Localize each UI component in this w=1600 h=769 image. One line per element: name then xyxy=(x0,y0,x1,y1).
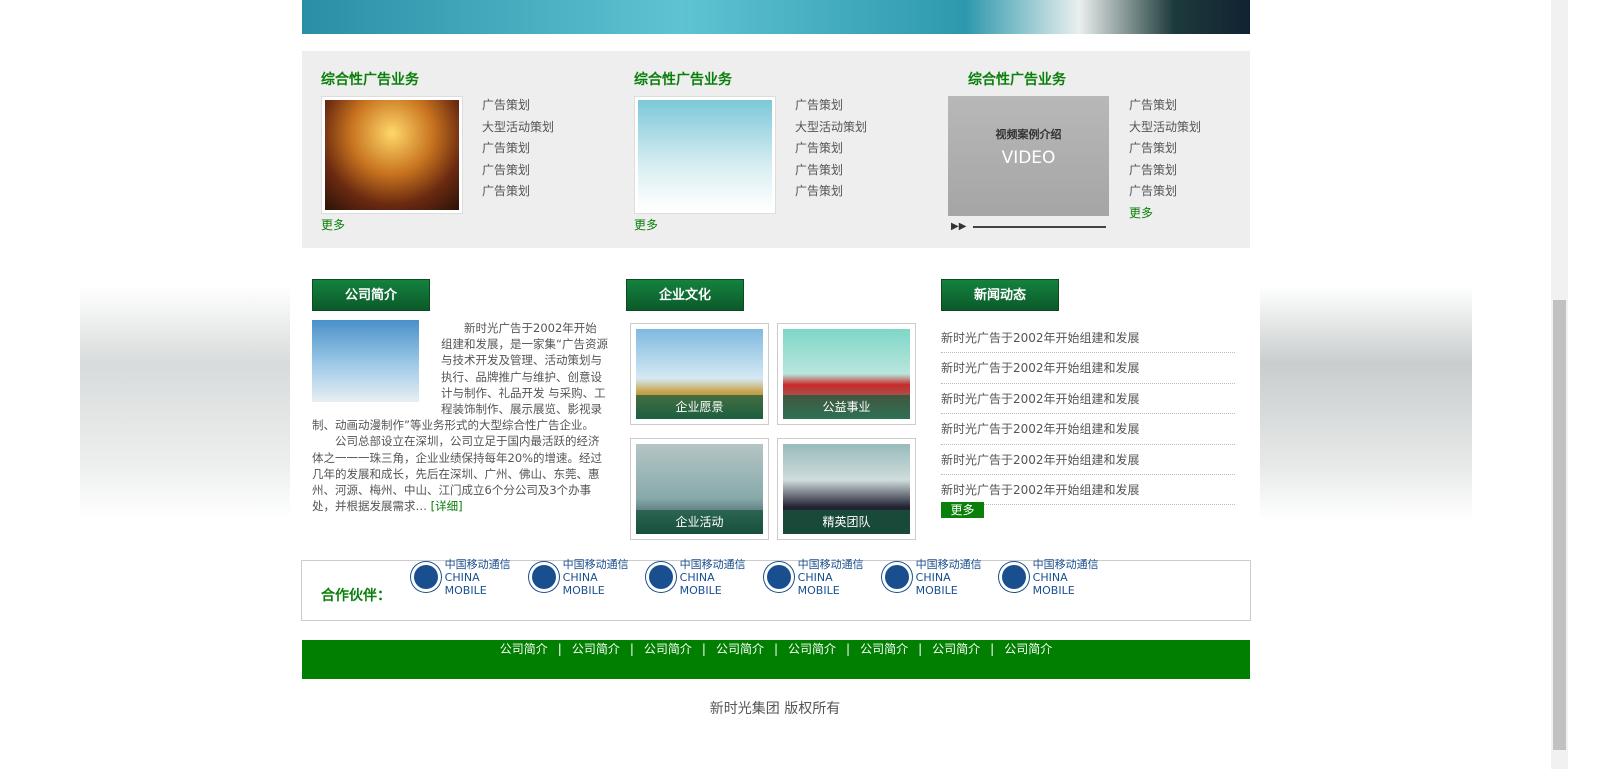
service-link[interactable]: 广告策划 xyxy=(482,181,554,203)
news-more-button[interactable]: 更多 xyxy=(941,502,984,518)
intro-heading: 公司简介 xyxy=(312,279,430,311)
news-item[interactable]: 新时光广告于2002年开始组建和发展 xyxy=(941,445,1235,475)
service-link[interactable]: 广告策划 xyxy=(1129,95,1201,117)
service-link[interactable]: 广告策划 xyxy=(482,95,554,117)
news-item[interactable]: 新时光广告于2002年开始组建和发展 xyxy=(941,384,1235,415)
service-title: 综合性广告业务 xyxy=(321,72,419,88)
partners-section: 合作伙伴： 中国移动通信 CHINA MOBILE 中国移动通信 CHINA MOB… xyxy=(301,557,1251,621)
partner-logo[interactable]: 中国移动通信 CHINA MOBILE xyxy=(882,557,995,597)
news-list: 新时光广告于2002年开始组建和发展 新时光广告于2002年开始组建和发展 新时… xyxy=(941,323,1235,506)
service-link[interactable]: 广告策划 xyxy=(795,160,867,182)
service-column: 综合性广告业务 广告策划 大型活动策划 广告策划 广告策划 广告策划 更多 xyxy=(302,51,602,248)
service-link[interactable]: 大型活动策划 xyxy=(1129,117,1201,139)
logo-en: CHINA MOBILE xyxy=(562,570,605,597)
service-link[interactable]: 广告策划 xyxy=(1129,160,1201,182)
china-mobile-icon xyxy=(646,562,676,592)
more-link[interactable]: 更多 xyxy=(321,216,345,233)
logo-cn: 中国移动通信 xyxy=(562,557,629,571)
scrollbar-thumb[interactable] xyxy=(1553,300,1566,750)
culture-heading: 企业文化 xyxy=(626,279,744,311)
service-link[interactable]: 广告策划 xyxy=(795,95,867,117)
news-item[interactable]: 新时光广告于2002年开始组建和发展 xyxy=(941,475,1235,506)
news-item[interactable]: 新时光广告于2002年开始组建和发展 xyxy=(941,414,1235,445)
logo-cn: 中国移动通信 xyxy=(915,557,982,571)
logo-en: CHINA MOBILE xyxy=(915,570,958,597)
logo-en: CHINA MOBILE xyxy=(679,570,722,597)
culture-card[interactable]: 企业活动 xyxy=(630,438,769,540)
more-link[interactable]: 更多 xyxy=(634,216,658,233)
culture-card[interactable]: 精英团队 xyxy=(777,438,916,540)
partners-label: 合作伙伴： xyxy=(321,588,391,604)
page-container: 综合性广告业务 广告策划 大型活动策划 广告策划 广告策划 广告策划 更多 综合… xyxy=(290,0,1260,769)
background-right xyxy=(1260,0,1472,520)
logo-cn: 中国移动通信 xyxy=(1032,557,1099,571)
culture-card[interactable]: 公益事业 xyxy=(777,323,916,425)
services-section: 综合性广告业务 广告策划 大型活动策划 广告策划 广告策划 广告策划 更多 综合… xyxy=(302,51,1250,248)
partner-logo[interactable]: 中国移动通信 CHINA MOBILE xyxy=(411,557,524,597)
culture-label: 企业活动 xyxy=(636,510,763,534)
footer-link[interactable]: 公司简介 xyxy=(932,642,980,656)
china-mobile-icon xyxy=(764,562,794,592)
partner-logo[interactable]: 中国移动通信 CHINA MOBILE xyxy=(529,557,642,597)
more-link[interactable]: 更多 xyxy=(1129,203,1201,225)
service-link[interactable]: 广告策划 xyxy=(482,138,554,160)
service-column: 综合性广告业务 广告策划 大型活动策划 广告策划 广告策划 广告策划 更多 xyxy=(615,51,915,248)
company-intro: 新时光广告于2002年开始组建和发展，是一家集“广告资源与技术开发及管理、活动策… xyxy=(312,320,608,514)
china-mobile-icon xyxy=(529,562,559,592)
news-heading: 新闻动态 xyxy=(941,279,1059,311)
culture-label: 企业愿景 xyxy=(636,395,763,419)
copyright: 新时光集团 版权所有 xyxy=(709,701,841,717)
footer-link[interactable]: 公司简介 xyxy=(500,642,548,656)
service-column: 综合性广告业务 广告策划 大型活动策划 广告策划 广告策划 广告策划 更多 xyxy=(949,51,1249,248)
service-image[interactable] xyxy=(321,96,463,214)
partner-logo[interactable]: 中国移动通信 CHINA MOBILE xyxy=(999,557,1112,597)
detail-link[interactable]: [详细] xyxy=(431,499,463,513)
footer-link[interactable]: 公司简介 xyxy=(788,642,836,656)
logo-cn: 中国移动通信 xyxy=(444,557,511,571)
scrollbar[interactable] xyxy=(1551,0,1568,769)
service-link[interactable]: 大型活动策划 xyxy=(482,117,554,139)
building-image xyxy=(312,320,419,402)
footer-link[interactable]: 公司简介 xyxy=(716,642,764,656)
news-item[interactable]: 新时光广告于2002年开始组建和发展 xyxy=(941,323,1235,354)
footer-link[interactable]: 公司简介 xyxy=(1004,642,1052,656)
culture-label: 公益事业 xyxy=(783,395,910,419)
footer-link[interactable]: 公司简介 xyxy=(572,642,620,656)
background-left xyxy=(80,0,290,520)
logo-cn: 中国移动通信 xyxy=(797,557,864,571)
china-mobile-icon xyxy=(999,562,1029,592)
news-item[interactable]: 新时光广告于2002年开始组建和发展 xyxy=(941,353,1235,384)
service-title: 综合性广告业务 xyxy=(634,72,732,88)
partner-logo[interactable]: 中国移动通信 CHINA MOBILE xyxy=(764,557,877,597)
culture-card[interactable]: 企业愿景 xyxy=(630,323,769,425)
logo-en: CHINA MOBILE xyxy=(1032,570,1075,597)
top-banner xyxy=(302,0,1250,34)
logo-en: CHINA MOBILE xyxy=(797,570,840,597)
service-link[interactable]: 广告策划 xyxy=(1129,181,1201,203)
service-link[interactable]: 广告策划 xyxy=(795,138,867,160)
footer-link[interactable]: 公司简介 xyxy=(860,642,908,656)
service-title: 综合性广告业务 xyxy=(968,72,1066,88)
service-link[interactable]: 广告策划 xyxy=(1129,138,1201,160)
china-mobile-icon xyxy=(882,562,912,592)
footer-link[interactable]: 公司简介 xyxy=(644,642,692,656)
partner-logo[interactable]: 中国移动通信 CHINA MOBILE xyxy=(646,557,759,597)
service-link[interactable]: 广告策划 xyxy=(795,181,867,203)
service-image[interactable] xyxy=(634,96,776,214)
service-link[interactable]: 广告策划 xyxy=(482,160,554,182)
logo-cn: 中国移动通信 xyxy=(679,557,746,571)
culture-label: 精英团队 xyxy=(783,510,910,534)
service-link[interactable]: 大型活动策划 xyxy=(795,117,867,139)
footer-nav: 公司简介 | 公司简介 | 公司简介 | 公司简介 | 公司简介 | 公司简介 | 公司简介 | 公司简介 xyxy=(302,640,1250,679)
logo-en: CHINA MOBILE xyxy=(444,570,487,597)
china-mobile-icon xyxy=(411,562,441,592)
